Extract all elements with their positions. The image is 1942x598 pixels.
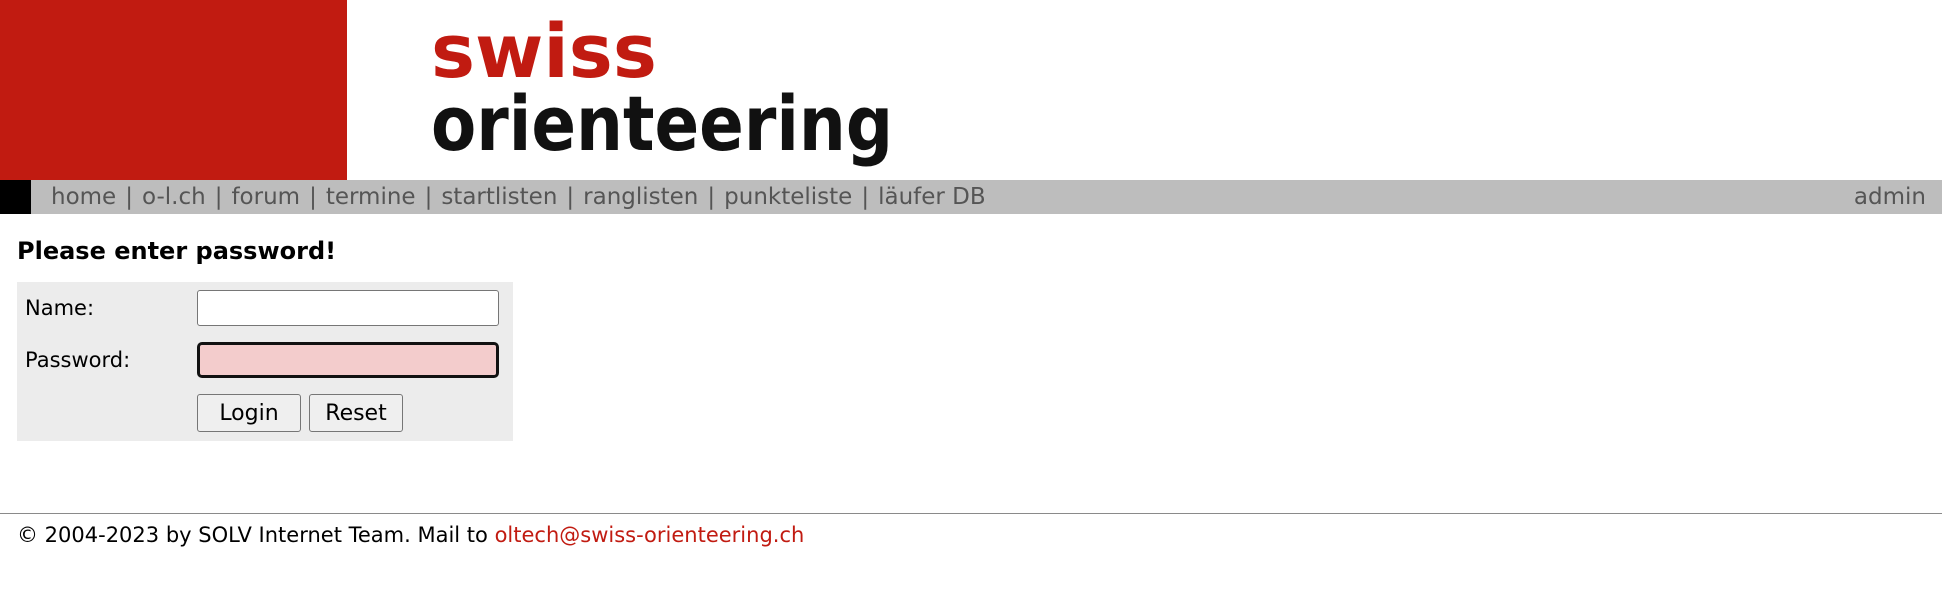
nav-separator: | (309, 184, 317, 210)
name-input[interactable] (197, 290, 499, 326)
nav-link-ranglisten[interactable]: ranglisten (583, 184, 698, 210)
footer-divider (0, 513, 1942, 514)
page-title: Please enter password! (17, 237, 337, 265)
nav-separator: | (861, 184, 870, 210)
nav-separator: | (566, 184, 575, 210)
password-label: Password: (25, 348, 131, 372)
nav-link-o-l-ch[interactable]: o-l.ch (142, 184, 206, 210)
header-red-block (0, 0, 347, 180)
nav-links: home | o-l.ch | forum | termine | startlisten | ra… (51, 180, 986, 214)
footer-copyright: © 2004-2023 by SOLV Internet Team. Mail … (17, 523, 488, 547)
nav-separator: | (125, 184, 133, 210)
nav-link-laeufer-db[interactable]: läufer DB (878, 184, 986, 210)
nav-link-termine[interactable]: termine (326, 184, 416, 210)
footer-email-link[interactable]: oltech@swiss-orienteering.ch (495, 523, 805, 547)
name-label: Name: (25, 296, 95, 320)
nav-separator: | (707, 184, 716, 210)
main-navigation: home | o-l.ch | forum | termine | startlisten | ra… (0, 180, 1942, 214)
nav-link-admin[interactable]: admin (1854, 180, 1926, 214)
nav-link-forum[interactable]: forum (231, 184, 300, 210)
login-button[interactable]: Login (197, 394, 301, 432)
page-header: swiss orienteering (0, 0, 1942, 180)
nav-link-startlisten[interactable]: startlisten (441, 184, 557, 210)
swiss-orienteering-logo[interactable]: swiss orienteering (431, 12, 896, 167)
nav-link-punkteliste[interactable]: punkteliste (724, 184, 852, 210)
reset-button[interactable]: Reset (309, 394, 403, 432)
logo-text-orienteering: orienteering (431, 79, 893, 167)
main-content: Please enter password! Name: Password: L… (17, 230, 513, 441)
nav-link-home[interactable]: home (51, 184, 116, 210)
nav-separator: | (424, 184, 433, 210)
nav-separator: | (214, 184, 223, 210)
password-input[interactable] (197, 342, 499, 378)
page-footer: © 2004-2023 by SOLV Internet Team. Mail … (17, 521, 804, 549)
login-form: Name: Password: Login Reset (17, 282, 513, 441)
nav-black-marker (0, 180, 31, 214)
